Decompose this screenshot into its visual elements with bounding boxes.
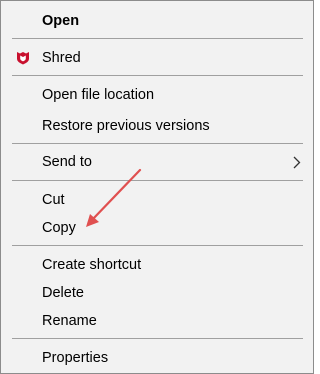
menu-item-rename[interactable]: Rename (1, 308, 313, 334)
menu-item-label: Rename (42, 313, 97, 329)
menu-item-properties[interactable]: Properties (1, 345, 313, 371)
menu-item-label: Shred (42, 50, 81, 66)
menu-separator (12, 245, 303, 246)
menu-item-restore-previous-versions[interactable]: Restore previous versions (1, 113, 313, 139)
menu-item-label: Copy (42, 220, 76, 236)
menu-item-label: Cut (42, 192, 65, 208)
menu-item-send-to[interactable]: Send to (1, 149, 313, 175)
menu-item-delete[interactable]: Delete (1, 280, 313, 306)
menu-item-open[interactable]: Open (1, 8, 313, 34)
menu-item-label: Open (42, 13, 80, 29)
menu-item-label: Properties (42, 350, 109, 366)
menu-item-label: Delete (42, 285, 84, 301)
menu-item-create-shortcut[interactable]: Create shortcut (1, 252, 313, 278)
menu-separator (12, 143, 303, 144)
menu-item-label: Open file location (42, 87, 155, 103)
menu-item-open-file-location[interactable]: Open file location (1, 82, 313, 108)
mcafee-shield-icon (17, 52, 29, 65)
menu-separator (12, 180, 303, 181)
menu-item-copy[interactable]: Copy (1, 215, 313, 241)
menu-item-shred[interactable]: Shred (1, 45, 313, 71)
menu-separator (12, 38, 303, 39)
menu-item-cut[interactable]: Cut (1, 187, 313, 213)
menu-item-label: Create shortcut (42, 257, 142, 273)
chevron-right-icon (293, 156, 301, 169)
menu-item-label: Send to (42, 154, 92, 170)
menu-item-label: Restore previous versions (42, 118, 210, 134)
menu-separator (12, 75, 303, 76)
menu-separator (12, 338, 303, 339)
context-menu: Open Shred Open file location Restore pr… (0, 0, 314, 374)
